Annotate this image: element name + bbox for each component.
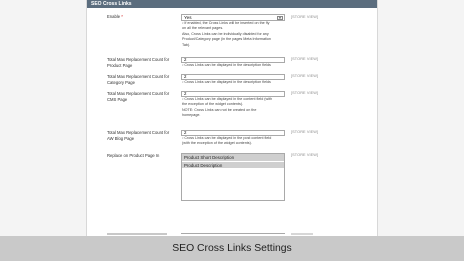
cms-page-note: ▫ Cross Links can be displayed in the co… <box>182 97 273 118</box>
category-page-note: ▫ Cross Links can be displayed in the de… <box>182 80 271 84</box>
replace-on-product-scope: [STORE VIEW] <box>291 153 319 157</box>
category-page-label: Total Max Replacement Count for Category… <box>107 74 170 85</box>
settings-panel: SEO Cross Links Enable * Yes ▼ ▫ If enab… <box>86 0 378 236</box>
option-product-description[interactable]: Product Description <box>182 161 284 169</box>
option-product-short-description[interactable]: Product Short Description <box>182 154 284 162</box>
product-page-label: Total Max Replacement Count for Product … <box>107 57 170 68</box>
enable-note: ▫ If enabled, the Cross Links will be in… <box>182 21 271 47</box>
cms-page-label: Total Max Replacement Count for CMS Page <box>107 91 170 102</box>
blog-page-label: Total Max Replacement Count for AW Blog … <box>107 130 170 141</box>
category-page-scope: [STORE VIEW] <box>291 74 319 78</box>
product-page-scope: [STORE VIEW] <box>291 57 319 61</box>
replace-on-product-label: Replace on Product Page In <box>107 153 160 158</box>
blog-page-scope: [STORE VIEW] <box>291 130 319 134</box>
next-row-label-partial <box>107 233 167 235</box>
enable-scope: [STORE VIEW] <box>291 15 319 19</box>
caption-text: SEO Cross Links Settings <box>172 243 292 254</box>
chevron-down-icon: ▼ <box>277 16 283 20</box>
product-page-note: ▫ Cross Links can be displayed in the de… <box>182 63 271 67</box>
blog-page-note: ▫ Cross Links can be displayed in the po… <box>182 136 272 146</box>
enable-select-value: Yes <box>184 15 192 20</box>
cms-page-scope: [STORE VIEW] <box>291 91 319 95</box>
section-title: SEO Cross Links <box>91 1 132 7</box>
caption-bar: SEO Cross Links Settings <box>0 236 464 261</box>
next-row-scope-partial <box>291 233 313 235</box>
enable-select[interactable]: Yes ▼ <box>181 14 285 21</box>
enable-label: Enable * <box>107 14 123 19</box>
replace-on-product-multiselect[interactable]: Product Short Description Product Descri… <box>181 153 285 201</box>
section-header[interactable]: SEO Cross Links <box>87 0 377 8</box>
